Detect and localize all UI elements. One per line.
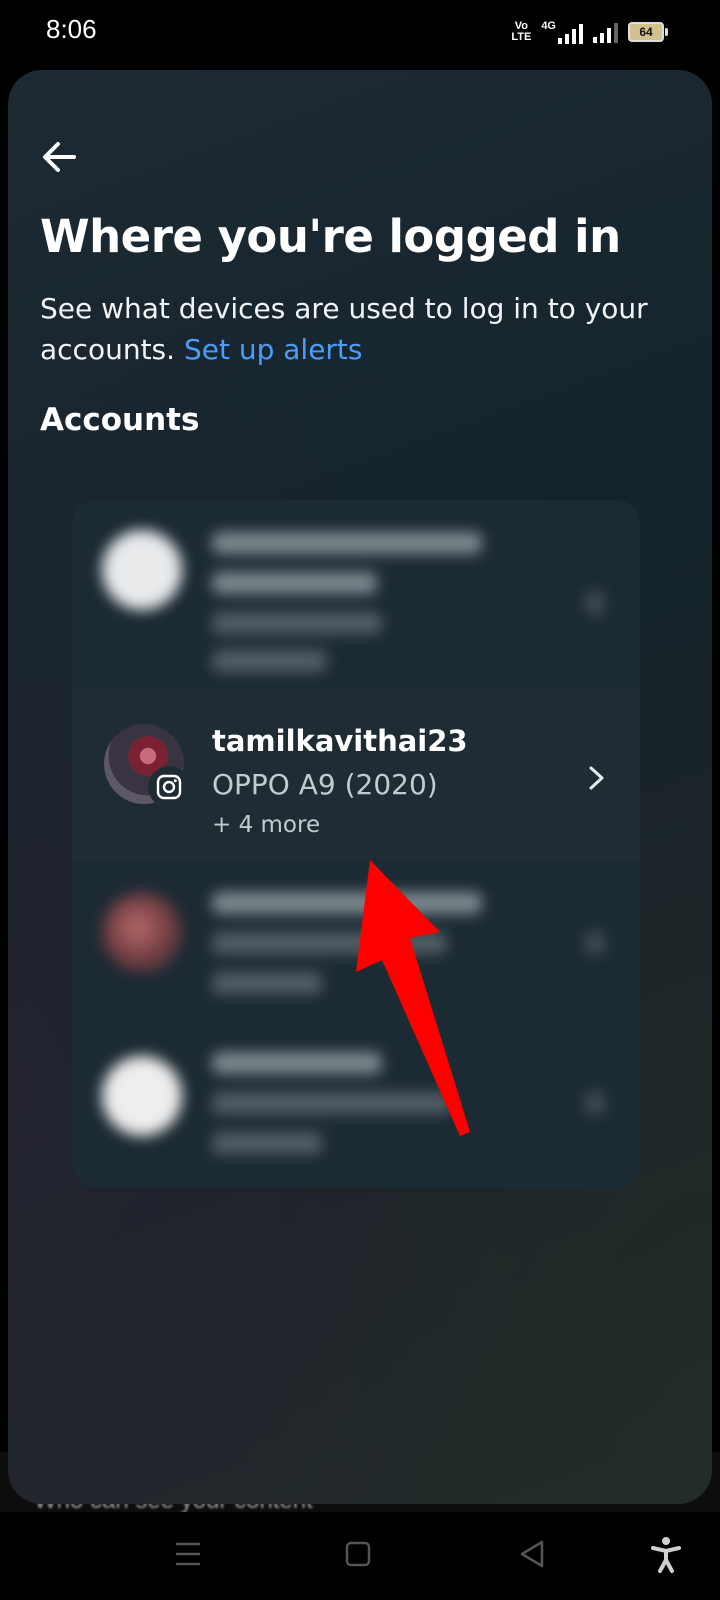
account-row-blurred[interactable]	[72, 500, 640, 690]
accessibility-icon[interactable]	[646, 1534, 686, 1574]
account-row-highlighted[interactable]: tamilkavithai23 OPPO A9 (2020) + 4 more	[72, 690, 640, 860]
home-square-icon[interactable]	[338, 1534, 378, 1574]
logged-in-sheet: Where you're logged in See what devices …	[8, 70, 712, 1504]
volte-indicator: Vo LTE	[511, 20, 532, 43]
accounts-heading: Accounts	[40, 402, 200, 438]
status-bar: 8:06 Vo LTE 4G 64	[0, 0, 720, 64]
annotation-arrow-icon	[356, 860, 470, 1136]
page-title: Where you're logged in	[40, 210, 621, 263]
set-up-alerts-link[interactable]: Set up alerts	[184, 333, 363, 366]
system-nav-bar	[0, 1512, 720, 1600]
page-subtitle: See what devices are used to log in to y…	[40, 288, 680, 370]
account-username: tamilkavithai23	[212, 724, 468, 758]
account-more: + 4 more	[212, 812, 321, 838]
back-triangle-icon[interactable]	[512, 1534, 552, 1574]
instagram-icon	[156, 774, 182, 800]
battery-icon: 64	[628, 22, 668, 42]
chevron-right-icon	[589, 766, 604, 790]
status-icons: Vo LTE 4G 64	[511, 20, 668, 44]
back-button[interactable]	[38, 135, 82, 179]
battery-level: 64	[639, 25, 653, 39]
menu-icon[interactable]	[168, 1534, 208, 1574]
account-device: OPPO A9 (2020)	[212, 768, 438, 801]
arrow-left-icon	[43, 142, 76, 172]
status-time: 8:06	[46, 14, 97, 44]
network-type: 4G	[541, 20, 556, 32]
signal-2-icon	[593, 21, 618, 43]
signal-1-icon: 4G	[541, 20, 583, 44]
instagram-badge	[148, 766, 190, 808]
